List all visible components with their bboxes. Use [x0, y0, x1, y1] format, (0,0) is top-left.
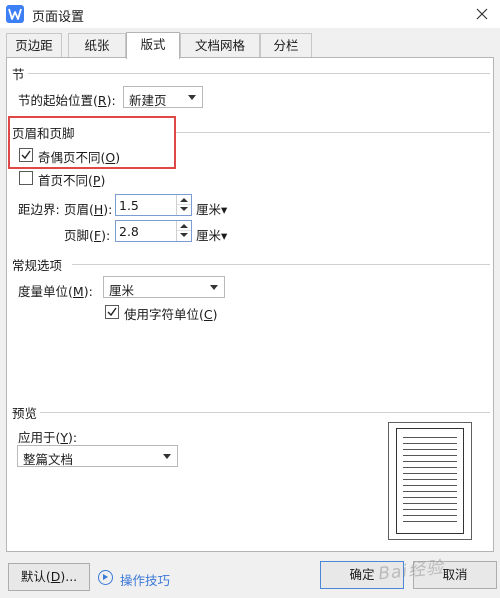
spin-up-button[interactable]	[177, 195, 191, 205]
preview-page-thumbnail	[396, 428, 464, 534]
header-distance-spinbox[interactable]: 1.5	[115, 194, 192, 216]
measure-unit-select[interactable]: 厘米	[103, 276, 225, 298]
first-page-label: 首页不同(P)	[38, 173, 106, 188]
spin-down-button[interactable]	[177, 205, 191, 215]
checkmark-icon	[107, 307, 117, 317]
play-tips-icon[interactable]	[98, 570, 113, 585]
chevron-down-icon	[210, 285, 218, 290]
section-start-label: 节的起始位置(R):	[18, 93, 116, 108]
title-bar: 页面设置	[0, 0, 500, 28]
default-button[interactable]: 默认(D)...	[8, 563, 90, 591]
chevron-down-icon	[163, 454, 171, 459]
preview-divider	[40, 412, 490, 413]
char-unit-checkbox[interactable]	[105, 305, 119, 319]
header-footer-divider	[176, 132, 490, 133]
tab-layout[interactable]: 版式	[126, 32, 180, 59]
measure-unit-label: 度量单位(M):	[18, 284, 93, 299]
measure-unit-value: 厘米	[109, 283, 135, 298]
tab-document-grid[interactable]: 文档网格	[180, 33, 260, 58]
chevron-down-icon	[188, 95, 196, 100]
section-start-value: 新建页	[129, 93, 167, 108]
apply-to-value: 整篇文档	[23, 452, 74, 467]
apply-to-label: 应用于(Y):	[18, 430, 78, 445]
close-button[interactable]	[472, 4, 492, 24]
annotation-highlight-box	[8, 116, 176, 169]
page-preview	[388, 422, 472, 540]
spin-down-button[interactable]	[177, 231, 191, 241]
tab-margins[interactable]: 页边距	[6, 33, 62, 58]
spin-up-button[interactable]	[177, 221, 191, 231]
window-title: 页面设置	[32, 10, 85, 25]
section-start-select[interactable]: 新建页	[123, 86, 203, 108]
footer-distance-spinbox[interactable]: 2.8	[115, 220, 192, 242]
footer-distance-label: 页脚(F):	[64, 228, 111, 243]
header-distance-value: 1.5	[119, 198, 139, 213]
general-options-heading: 常规选项	[12, 258, 63, 273]
char-unit-label: 使用字符单位(C)	[124, 307, 218, 322]
section-divider	[28, 73, 490, 74]
footer-unit-dropdown[interactable]: 厘米▾	[196, 225, 227, 244]
operation-tips-link[interactable]: 操作技巧	[120, 570, 170, 589]
general-options-divider	[72, 264, 490, 265]
footer-distance-value: 2.8	[119, 224, 139, 239]
header-unit-dropdown[interactable]: 厘米▾	[196, 199, 227, 218]
tab-paper[interactable]: 纸张	[68, 33, 126, 58]
header-distance-label: 页眉(H):	[64, 202, 113, 217]
preview-heading: 预览	[12, 406, 38, 421]
apply-to-select[interactable]: 整篇文档	[17, 445, 178, 467]
first-page-checkbox[interactable]	[19, 171, 33, 185]
distance-label: 距边界:	[18, 202, 60, 217]
tab-columns[interactable]: 分栏	[260, 33, 312, 58]
close-icon	[476, 8, 488, 20]
wps-app-icon	[6, 5, 24, 23]
section-heading: 节	[12, 67, 25, 82]
